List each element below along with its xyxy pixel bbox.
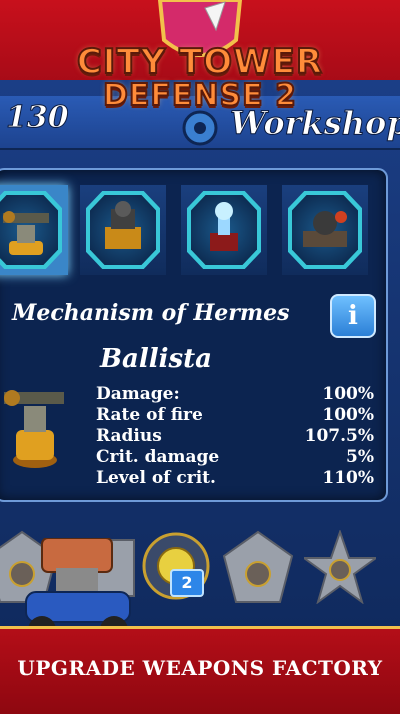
stat-value: 107.5% [304, 426, 374, 446]
cannon-icon [105, 201, 141, 249]
stat-row: Damage: 100% [96, 384, 374, 406]
stat-row: Radius 107.5% [96, 426, 374, 448]
stat-row: Level of crit. 110% [96, 468, 374, 490]
logo-title-line1: CITY TOWER [76, 41, 324, 83]
stat-value: 5% [346, 447, 374, 467]
stat-value: 100% [322, 384, 374, 404]
weapon-slot-tesla[interactable] [181, 185, 267, 275]
ballista-icon [3, 211, 49, 255]
upgrade-count-badge: 2 [170, 569, 204, 597]
stat-label: Damage: [96, 384, 180, 404]
stat-label: Rate of fire [96, 405, 203, 425]
footer-caption: UPGRADE WEAPONS FACTORY [17, 656, 383, 680]
stat-value: 100% [322, 405, 374, 425]
upgrade-tile-locked[interactable] [222, 530, 294, 604]
stat-row: Rate of fire 100% [96, 405, 374, 427]
stat-label: Crit. damage [96, 447, 220, 467]
weapon-slot-ballista[interactable] [0, 185, 68, 275]
info-button[interactable]: i [330, 294, 376, 338]
stat-row: Crit. damage 5% [96, 447, 374, 469]
ballista-preview-icon [4, 390, 64, 468]
weapon-name: Mechanism of Hermes [12, 300, 290, 326]
gear-emblem-icon [182, 110, 218, 146]
stat-value: 110% [322, 468, 374, 488]
upgrade-tile-star[interactable] [304, 530, 376, 604]
weapon-slot-cannon[interactable] [80, 185, 166, 275]
tower-name: Ballista [100, 344, 212, 374]
stat-label: Level of crit. [96, 468, 216, 488]
tesla-icon [210, 202, 238, 251]
weapon-slot-mortar[interactable] [282, 185, 368, 275]
logo-title-line2: DEFENSE 2 [102, 77, 297, 114]
stat-label: Radius [96, 426, 162, 446]
mortar-icon [303, 211, 347, 247]
